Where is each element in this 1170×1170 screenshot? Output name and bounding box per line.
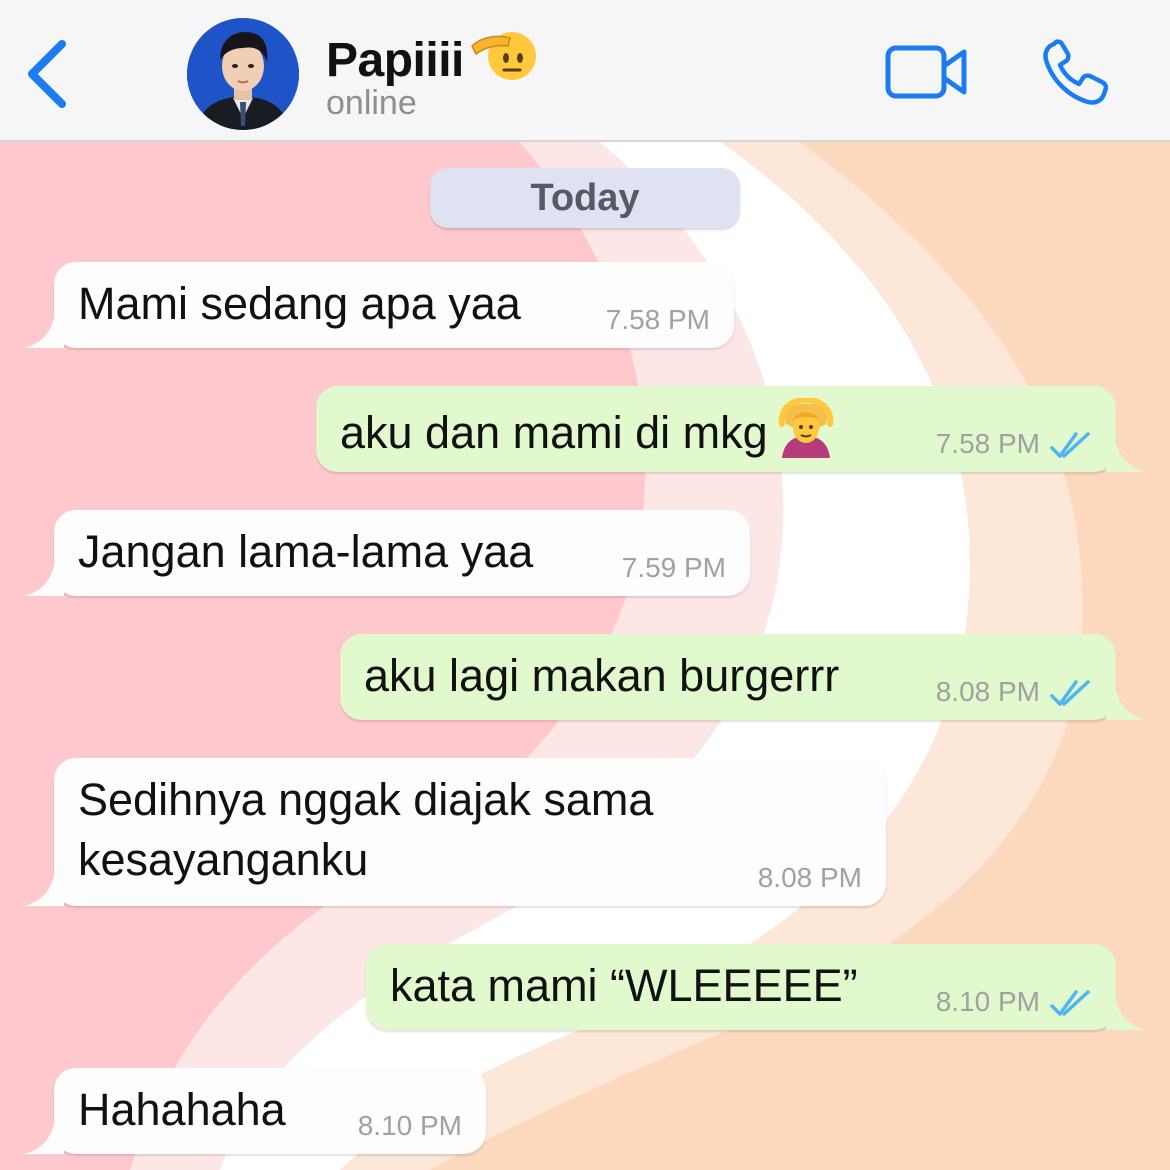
bubble-tail <box>24 1124 64 1154</box>
bubble-tail <box>1106 442 1146 472</box>
message-time: 7.58 PM <box>935 428 1040 459</box>
avatar[interactable] <box>187 18 299 130</box>
chevron-left-icon <box>28 40 66 108</box>
bubble-tail <box>1106 1000 1146 1030</box>
chat-area[interactable]: Today Mami sedang apa yaa 7.58 PM aku da… <box>0 142 1170 1170</box>
contact-photo <box>187 18 299 130</box>
message-text: kata mami “WLEEEEE” <box>390 960 858 1011</box>
contact-status: online <box>326 84 417 122</box>
message-text: aku dan mami di mkg <box>340 407 768 458</box>
phone-icon <box>1043 39 1109 105</box>
bubble-tail <box>24 876 64 906</box>
message-time: 8.08 PM <box>757 862 862 893</box>
message-time: 7.58 PM <box>605 304 710 335</box>
video-camera-icon <box>885 45 967 99</box>
message-text: Hahahaha <box>78 1084 286 1135</box>
double-check-icon <box>1050 990 1090 1016</box>
person-gesturing-ok-icon <box>776 396 836 473</box>
saluting-face-icon <box>470 26 536 96</box>
chat-header: Papiiii online <box>0 0 1170 142</box>
bubble-tail <box>1106 690 1146 720</box>
double-check-icon <box>1050 680 1090 706</box>
back-button[interactable] <box>22 38 74 110</box>
message-bubble-outgoing[interactable]: aku lagi makan burgerrr 8.08 PM <box>340 634 1146 720</box>
message-text: Jangan lama-lama yaa <box>78 526 534 577</box>
voice-call-button[interactable] <box>1040 38 1112 108</box>
message-time: 8.10 PM <box>935 986 1040 1017</box>
message-text: Mami sedang apa yaa <box>78 278 521 329</box>
message-time: 7.59 PM <box>621 552 726 583</box>
contact-name-text: Papiiii <box>326 34 464 87</box>
message-time: 8.10 PM <box>357 1110 462 1141</box>
date-separator: Today <box>430 168 740 228</box>
message-bubble-incoming[interactable]: Sedihnya nggak diajak sama kesayanganku … <box>24 758 886 906</box>
bubble-tail <box>24 318 64 348</box>
message-text: aku lagi makan burgerrr <box>364 650 840 701</box>
message-bubble-incoming[interactable]: Mami sedang apa yaa 7.58 PM <box>24 262 734 348</box>
message-text: Sedihnya nggak diajak sama kesayanganku <box>78 774 654 885</box>
message-time: 8.08 PM <box>935 676 1040 707</box>
message-bubble-outgoing[interactable]: kata mami “WLEEEEE” 8.10 PM <box>366 944 1146 1030</box>
message-bubble-incoming[interactable]: Jangan lama-lama yaa 7.59 PM <box>24 510 750 596</box>
bubble-tail <box>24 566 64 596</box>
message-bubble-incoming[interactable]: Hahahaha 8.10 PM <box>24 1068 486 1154</box>
double-check-icon <box>1050 432 1090 458</box>
video-call-button[interactable] <box>884 42 970 102</box>
message-bubble-outgoing[interactable]: aku dan mami di mkg 7.58 PM <box>316 386 1146 473</box>
